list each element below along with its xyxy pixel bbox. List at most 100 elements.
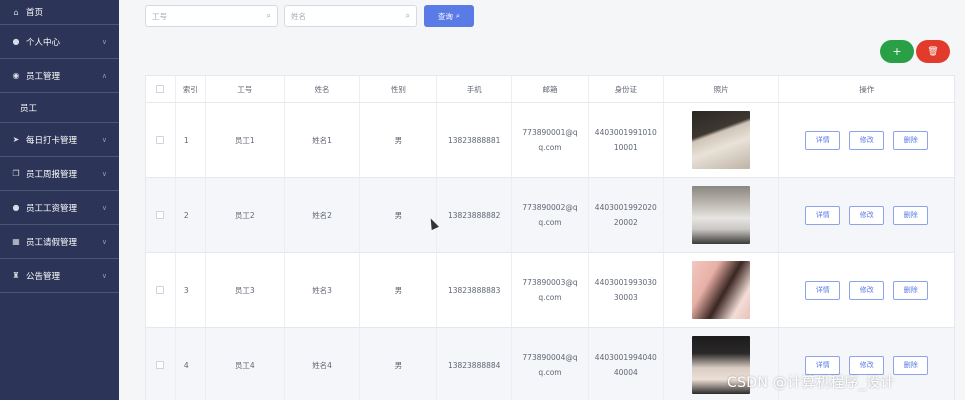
copy-icon: ❐ — [12, 169, 20, 178]
email-line: 773890002@q — [522, 203, 578, 212]
delete-row-button[interactable]: 删除 — [893, 130, 929, 150]
sidebar-item-daily-checkin[interactable]: ➤ 每日打卡管理 ∨ — [0, 123, 119, 157]
name-input[interactable]: 姓名 ⌕ — [284, 5, 417, 27]
employee-no-input[interactable]: 工号 ⌕ — [145, 5, 278, 27]
name-cell: 姓名4 — [285, 328, 361, 400]
id-card-line: 40004 — [613, 368, 638, 377]
location-icon: ◉ — [12, 71, 20, 80]
home-icon: ⌂ — [13, 7, 19, 17]
table-row: 1 员工1 姓名1 男 13823888881 773890001@q q.co… — [146, 103, 954, 178]
select-all-checkbox-cell — [146, 76, 176, 102]
sidebar-item-announcement[interactable]: ♜ 公告管理 ∨ — [0, 259, 119, 293]
row-checkbox[interactable] — [156, 361, 165, 369]
id-card-line: 4403001991010 — [594, 128, 657, 137]
gender-cell: 男 — [360, 178, 438, 252]
grid-icon: ▦ — [12, 237, 20, 246]
detail-button[interactable]: 详情 — [805, 280, 841, 300]
sidebar: ⌂ 首页 ● 个人中心 ∨ ◉ 员工管理 ∧ 员工 ➤ 每日打卡管理 ∨ ❐ 员… — [0, 0, 119, 400]
select-all-checkbox[interactable] — [156, 85, 165, 93]
chevron-down-icon: ∨ — [101, 37, 107, 46]
delete-button[interactable]: 🗑 — [916, 40, 950, 63]
gender-cell: 男 — [360, 253, 438, 327]
chevron-down-icon: ∨ — [101, 237, 107, 246]
sidebar-subitem-employee[interactable]: 员工 — [0, 93, 119, 123]
email-line: q.com — [538, 368, 562, 377]
sidebar-item-home[interactable]: ⌂ 首页 — [0, 0, 119, 25]
actions-cell: 详情 修改 删除 — [779, 178, 954, 252]
search-button-label: 查询 — [437, 11, 453, 21]
delete-row-button[interactable]: 删除 — [893, 205, 929, 225]
sidebar-item-employee-management[interactable]: ◉ 员工管理 ∧ — [0, 59, 119, 93]
chevron-down-icon: ∨ — [101, 135, 107, 144]
edit-button[interactable]: 修改 — [849, 280, 885, 300]
id-card-cell: 4403001991010 10001 — [589, 103, 664, 177]
delete-row-button[interactable]: 删除 — [893, 355, 929, 375]
employee-no-cell: 员工3 — [206, 253, 285, 327]
send-icon: ➤ — [12, 135, 20, 144]
email-line: 773890001@q — [522, 128, 578, 137]
delete-row-button[interactable]: 删除 — [893, 280, 929, 300]
employee-no-cell: 员工2 — [206, 178, 285, 252]
email-cell: 773890002@q q.com — [512, 178, 589, 252]
name-placeholder: 姓名 — [291, 11, 306, 21]
sidebar-item-label: 每日打卡管理 — [26, 135, 78, 146]
search-icon: ⌕ — [455, 11, 461, 20]
employee-no-placeholder: 工号 — [152, 11, 167, 21]
id-card-line: 4403001993030 — [594, 278, 657, 287]
id-card-cell: 4403001993030 30003 — [589, 253, 664, 327]
id-card-line: 10001 — [613, 143, 638, 152]
actions-cell: 详情 修改 删除 — [779, 253, 954, 327]
detail-button[interactable]: 详情 — [805, 205, 841, 225]
plus-icon: + — [892, 45, 902, 58]
column-header: 工号 — [206, 76, 285, 102]
sidebar-item-salary[interactable]: ● 员工工资管理 ∨ — [0, 191, 119, 225]
row-checkbox[interactable] — [156, 211, 165, 219]
column-header: 手机 — [437, 76, 513, 102]
sidebar-item-profile[interactable]: ● 个人中心 ∨ — [0, 25, 119, 59]
edit-button[interactable]: 修改 — [849, 205, 885, 225]
watermark: CSDN @计算机程序_设计 — [727, 375, 895, 391]
id-card-line: 30003 — [613, 293, 638, 302]
sidebar-item-weekly-report[interactable]: ❐ 员工周报管理 ∨ — [0, 157, 119, 191]
actions-cell: 详情 修改 删除 — [779, 103, 954, 177]
employee-table: 索引 工号 姓名 性别 手机 邮箱 身份证 照片 操作 1 员工1 姓名1 男 … — [145, 75, 955, 400]
sidebar-item-label: 员工请假管理 — [26, 237, 78, 248]
add-button[interactable]: + — [880, 40, 914, 63]
column-header: 姓名 — [285, 76, 361, 102]
sidebar-item-label: 员工工资管理 — [26, 203, 78, 214]
column-header: 操作 — [859, 84, 875, 94]
sidebar-item-leave[interactable]: ▦ 员工请假管理 ∨ — [0, 225, 119, 259]
row-checkbox[interactable] — [156, 286, 165, 294]
sidebar-item-label: 员工周报管理 — [26, 169, 78, 180]
column-header: 性别 — [360, 76, 438, 102]
sidebar-item-label: 员工管理 — [26, 71, 61, 82]
name-cell: 姓名3 — [285, 253, 361, 327]
id-card-line: 4403001994040 — [594, 353, 657, 362]
photo-cell — [664, 253, 780, 327]
main-content: 工号 ⌕ 姓名 ⌕ 查询 ⌕ + 🗑 索引 工号 姓名 性别 手机 邮箱 身份证… — [119, 0, 965, 400]
user-icon: ● — [12, 203, 20, 212]
search-icon: ⌕ — [266, 11, 271, 20]
column-header: 身份证 — [589, 76, 664, 102]
employee-photo — [692, 261, 751, 319]
email-line: q.com — [538, 293, 562, 302]
search-button[interactable]: 查询 ⌕ — [424, 5, 474, 27]
employee-photo — [692, 186, 751, 244]
row-checkbox-cell — [146, 178, 176, 252]
name-cell: 姓名1 — [285, 103, 361, 177]
id-card-cell: 4403001992020 20002 — [589, 178, 664, 252]
photo-cell — [664, 103, 780, 177]
row-checkbox-cell — [146, 103, 176, 177]
detail-button[interactable]: 详情 — [805, 130, 841, 150]
column-header: 照片 — [664, 76, 780, 102]
table-row: 3 员工3 姓名3 男 13823888883 773890003@q q.co… — [146, 253, 954, 328]
table-header: 索引 工号 姓名 性别 手机 邮箱 身份证 照片 操作 — [146, 76, 954, 103]
email-cell: 773890001@q q.com — [512, 103, 589, 177]
email-cell: 773890004@q q.com — [512, 328, 589, 400]
trophy-icon: ♜ — [12, 271, 20, 280]
employee-no-cell: 员工1 — [206, 103, 285, 177]
edit-button[interactable]: 修改 — [849, 130, 885, 150]
row-checkbox[interactable] — [156, 136, 165, 144]
email-line: q.com — [538, 218, 562, 227]
phone-cell: 13823888881 — [437, 103, 513, 177]
